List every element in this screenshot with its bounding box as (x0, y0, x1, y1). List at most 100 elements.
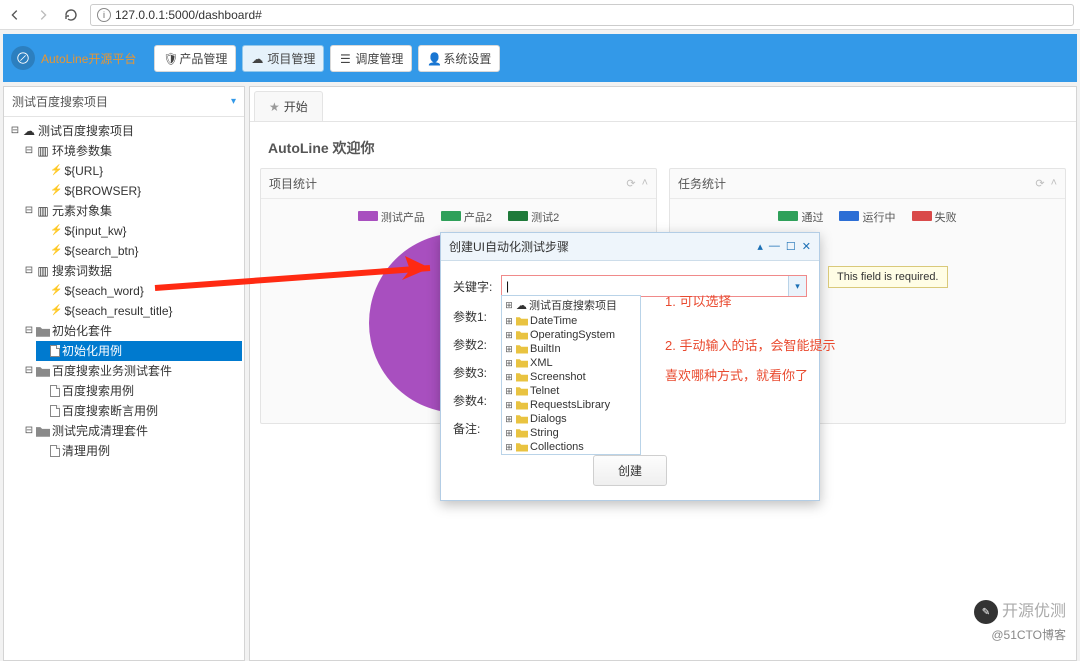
panel-title: 项目统计 (269, 175, 317, 192)
dd-item[interactable]: ⊞RequestsLibrary (502, 398, 640, 412)
dd-item[interactable]: ⊞BuiltIn (502, 342, 640, 356)
legend-row: 通过 运行中 失败 (680, 209, 1055, 225)
dialog-title: 创建UI自动化测试步骤 (449, 238, 569, 255)
sidebar-title-row[interactable]: 测试百度搜索项目 ▾ (4, 87, 244, 117)
field-label-p3: 参数3: (453, 361, 501, 381)
refresh-icon[interactable]: ⟳ (626, 177, 635, 190)
create-button[interactable]: 创建 (593, 455, 667, 486)
field-label-p4: 参数4: (453, 389, 501, 409)
tree-search-item[interactable]: ⚡${seach_result_title} (36, 301, 242, 321)
dd-item[interactable]: ⊞☁测试百度搜索项目 (502, 296, 640, 314)
legend-row: 测试产品 产品2 测试2 (271, 209, 646, 225)
bolt-icon: ⚡ (50, 182, 62, 200)
dd-item[interactable]: ⊞DateTime (502, 314, 640, 328)
annotation-text: 1. 可以选择 2. 手动输入的话，会智能提示 喜欢哪种方式，就看你了 (665, 290, 835, 388)
folder-icon (36, 365, 50, 377)
tree-biz-item[interactable]: 百度搜索断言用例 (36, 401, 242, 421)
dd-item[interactable]: ⊞OperatingSystem (502, 328, 640, 342)
minimize-icon[interactable]: — (769, 240, 780, 253)
folder-icon (516, 428, 528, 438)
tree-env-group[interactable]: ⊟▥环境参数集 (22, 141, 242, 161)
reload-icon[interactable] (62, 6, 80, 24)
field-label-p1: 参数1: (453, 305, 501, 325)
tree-env-item[interactable]: ⚡${URL} (36, 161, 242, 181)
dd-item[interactable]: ⊞String (502, 426, 640, 440)
tree-clean-item[interactable]: 清理用例 (36, 441, 242, 461)
shield-icon: 🛡 (163, 52, 175, 64)
app-title: AutoLine开源平台 (41, 50, 136, 67)
folder-icon (36, 325, 50, 337)
url-text: 127.0.0.1:5000/dashboard# (115, 8, 262, 22)
tree-elem-item[interactable]: ⚡${search_btn} (36, 241, 242, 261)
logo-icon (11, 46, 35, 70)
folder-icon (516, 316, 528, 326)
tab-bar: ★开始 (250, 87, 1076, 122)
folder-icon (516, 442, 528, 452)
menu-schedule[interactable]: ☰调度管理 (330, 45, 412, 72)
file-icon (50, 345, 60, 357)
url-bar[interactable]: i 127.0.0.1:5000/dashboard# (90, 4, 1074, 26)
field-label-p2: 参数2: (453, 333, 501, 353)
collapse-icon[interactable]: ˄ (642, 177, 648, 190)
bolt-icon: ⚡ (50, 222, 62, 240)
panel-title: 任务统计 (678, 175, 726, 192)
dd-item[interactable]: ⊞Dialogs (502, 412, 640, 426)
welcome-heading: AutoLine 欢迎你 (250, 122, 1076, 168)
tree-search-item[interactable]: ⚡${seach_word} (36, 281, 242, 301)
menu-settings[interactable]: 👤系统设置 (418, 45, 500, 72)
tree-init-case[interactable]: 初始化用例 (36, 341, 242, 361)
menu-project[interactable]: ☁项目管理 (242, 45, 324, 72)
tree-clean-suite[interactable]: ⊟测试完成清理套件 (22, 421, 242, 441)
tree-init-suite[interactable]: ⊟初始化套件 (22, 321, 242, 341)
nav-back-icon[interactable] (6, 6, 24, 24)
watermark: ✎开源优测 @51CTO博客 (974, 597, 1066, 643)
cloud-icon: ☁ (251, 52, 263, 64)
dd-item[interactable]: ⊞Collections (502, 440, 640, 454)
tree-project-root[interactable]: ⊟☁测试百度搜索项目 (8, 121, 242, 141)
dd-item[interactable]: ⊞Telnet (502, 384, 640, 398)
close-icon[interactable]: ✕ (802, 240, 811, 253)
tree-elem-group[interactable]: ⊟▥元素对象集 (22, 201, 242, 221)
maximize-icon[interactable]: ☐ (786, 240, 796, 253)
folder-icon (516, 400, 528, 410)
file-icon (50, 445, 60, 457)
tree-biz-suite[interactable]: ⊟百度搜索业务测试套件 (22, 361, 242, 381)
collapse-icon[interactable]: ˄ (1051, 177, 1057, 190)
folder-icon (516, 414, 528, 424)
list-icon: ☰ (339, 52, 351, 64)
folder-icon (36, 425, 50, 437)
folder-icon (516, 358, 528, 368)
menu-product[interactable]: 🛡产品管理 (154, 45, 236, 72)
file-icon (50, 405, 60, 417)
dd-item[interactable]: ⊞Screenshot (502, 370, 640, 384)
tree-elem-item[interactable]: ⚡${input_kw} (36, 221, 242, 241)
dd-item[interactable]: ⊞XML (502, 356, 640, 370)
tree-biz-item[interactable]: 百度搜索用例 (36, 381, 242, 401)
browser-toolbar: i 127.0.0.1:5000/dashboard# (0, 0, 1080, 30)
sidebar: 测试百度搜索项目 ▾ ⊟☁测试百度搜索项目 ⊟▥环境参数集 ⚡${URL} ⚡$… (3, 86, 245, 661)
tree-search-group[interactable]: ⊟▥搜索词数据 (22, 261, 242, 281)
chevron-down-icon[interactable]: ▾ (231, 96, 236, 107)
bolt-icon: ⚡ (50, 302, 62, 320)
folder-icon (516, 386, 528, 396)
bolt-icon: ⚡ (50, 282, 62, 300)
info-icon: i (97, 8, 111, 22)
refresh-icon[interactable]: ⟳ (1035, 177, 1044, 190)
nav-forward-icon[interactable] (34, 6, 52, 24)
collapse-up-icon[interactable]: ▴ (757, 240, 763, 253)
star-icon: ★ (269, 100, 280, 114)
dialog-titlebar[interactable]: 创建UI自动化测试步骤 ▴ — ☐ ✕ (441, 233, 819, 261)
user-icon: 👤 (427, 52, 439, 64)
sidebar-title: 测试百度搜索项目 (12, 93, 108, 110)
validation-tooltip: This field is required. (828, 266, 948, 288)
stack-icon: ▥ (36, 145, 50, 157)
folder-icon (516, 344, 528, 354)
file-icon (50, 385, 60, 397)
keyword-dropdown[interactable]: ⊞☁测试百度搜索项目 ⊞DateTime ⊞OperatingSystem ⊞B… (501, 295, 641, 455)
stack-icon: ▥ (36, 265, 50, 277)
tab-start[interactable]: ★开始 (254, 91, 323, 121)
project-tree: ⊟☁测试百度搜索项目 ⊟▥环境参数集 ⚡${URL} ⚡${BROWSER} ⊟… (4, 117, 244, 465)
tree-env-item[interactable]: ⚡${BROWSER} (36, 181, 242, 201)
app-header: AutoLine开源平台 🛡产品管理 ☁项目管理 ☰调度管理 👤系统设置 (3, 34, 1077, 82)
bolt-icon: ⚡ (50, 242, 62, 260)
